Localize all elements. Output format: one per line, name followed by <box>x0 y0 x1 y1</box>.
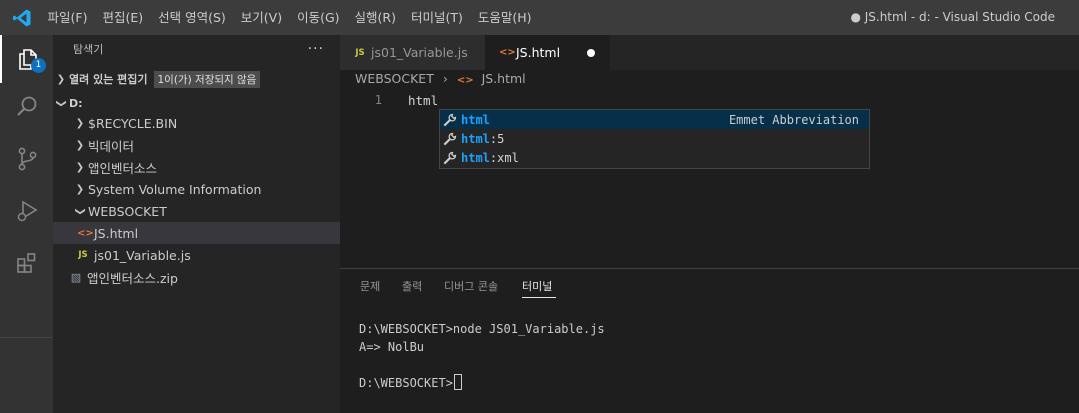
panel-tab-output[interactable]: 출력 <box>402 279 422 295</box>
tree-item-zip[interactable]: ▧ 앱인벤터소스.zip <box>53 266 340 288</box>
search-icon <box>16 96 36 116</box>
vscode-logo-icon <box>13 9 31 27</box>
active-tab-indicator <box>522 297 556 298</box>
suggestion-match: html <box>461 150 490 165</box>
terminal-line: D:\WEBSOCKET>node JS01_Variable.js <box>359 322 605 336</box>
suggestion-item[interactable]: html:xml <box>440 148 869 167</box>
chevron-right-icon: ❯ <box>56 73 66 85</box>
suggestion-widget: html Emmet Abbreviation html:5 html:xml <box>439 109 870 169</box>
activity-search[interactable] <box>0 83 53 131</box>
terminal-line: A=> NolBu <box>359 340 425 354</box>
editor-tab-bar: JS js01_Variable.js <> JS.html <box>340 35 1079 70</box>
panel-tab-problems[interactable]: 문제 <box>360 279 380 295</box>
tree-item-system-volume[interactable]: ❯ System Volume Information <box>53 178 340 200</box>
wrench-icon <box>443 113 461 127</box>
chevron-right-icon: ❯ <box>75 161 85 173</box>
terminal-cursor-icon <box>453 374 462 390</box>
open-editors-label: 열려 있는 편집기 <box>69 73 148 86</box>
bottom-panel: 문제 출력 디버그 콘솔 터미널 D:\WEBSOCKET>node JS01_… <box>340 268 1079 413</box>
tree-item-js-html[interactable]: <> JS.html <box>53 222 340 244</box>
suggestion-match: html <box>461 131 490 146</box>
menu-edit[interactable]: 편집(E) <box>95 0 151 35</box>
panel-tab-terminal[interactable]: 터미널 <box>522 279 552 295</box>
suggestion-match: html <box>461 112 490 127</box>
terminal-output[interactable]: D:\WEBSOCKET>node JS01_Variable.js A=> N… <box>359 320 605 392</box>
tree-item-label: js01_Variable.js <box>94 247 191 263</box>
menu-terminal[interactable]: 터미널(T) <box>404 0 471 35</box>
suggestion-detail: Emmet Abbreviation <box>728 112 859 127</box>
tab-label: js01_Variable.js <box>371 45 468 60</box>
zip-file-icon: ▧ <box>70 270 82 284</box>
activity-run-debug[interactable] <box>0 187 53 235</box>
tree-item-recycle-bin[interactable]: ❯ $RECYCLE.BIN <box>53 112 340 134</box>
html-file-icon: <> <box>77 227 94 239</box>
tab-label: JS.html <box>516 45 561 60</box>
suggestion-rest: :xml <box>489 150 519 165</box>
activity-explorer[interactable]: 1 <box>0 35 53 83</box>
tree-item-label: 앱인벤터소스.zip <box>87 270 178 286</box>
tree-item-label: 빅데이터 <box>88 138 135 154</box>
activity-extensions[interactable] <box>0 239 53 287</box>
chevron-down-icon: ❯ <box>55 98 67 108</box>
tree-item-appinventor[interactable]: ❯ 앱인벤터소스 <box>53 156 340 178</box>
open-editors-section[interactable]: ❯ 열려 있는 편집기 1이(가) 저장되지 않음 <box>53 68 340 90</box>
suggestion-item[interactable]: html Emmet Abbreviation <box>440 110 869 129</box>
tree-item-js01-variable[interactable]: JS js01_Variable.js <box>53 244 340 266</box>
tab-js01-variable[interactable]: JS js01_Variable.js <box>340 35 485 70</box>
html-file-icon: <> <box>499 47 516 58</box>
chevron-right-icon: ❯ <box>75 117 85 129</box>
tab-js-html[interactable]: <> JS.html <box>485 35 610 70</box>
more-actions-button[interactable]: ··· <box>308 35 324 63</box>
window-title: ● JS.html - d: - Visual Studio Code <box>850 10 1055 24</box>
tree-item-label: WEBSOCKET <box>88 203 167 219</box>
menu-view[interactable]: 보기(V) <box>233 0 289 35</box>
wrench-icon <box>443 132 461 146</box>
chevron-down-icon: ❯ <box>74 206 86 216</box>
js-file-icon: JS <box>78 250 88 260</box>
activity-bar: 1 <box>0 35 53 413</box>
breadcrumb: WEBSOCKET › <> JS.html <box>355 70 526 88</box>
source-control-icon <box>18 147 36 171</box>
menu-run[interactable]: 실행(R) <box>347 0 403 35</box>
tree-item-label: System Volume Information <box>88 181 262 197</box>
activity-divider <box>0 337 53 338</box>
suggestion-rest: :5 <box>489 131 505 146</box>
root-folder-label: D: <box>69 96 83 110</box>
menu-file[interactable]: 파일(F) <box>40 0 95 35</box>
js-file-icon: JS <box>355 47 365 58</box>
chevron-right-icon: ❯ <box>75 183 85 195</box>
menu-help[interactable]: 도움말(H) <box>470 0 539 35</box>
breadcrumb-folder[interactable]: WEBSOCKET <box>355 71 434 86</box>
unsaved-badge: 1이(가) 저장되지 않음 <box>153 70 261 88</box>
menu-bar: 파일(F) 편집(E) 선택 영역(S) 보기(V) 이동(G) 실행(R) 터… <box>40 0 539 35</box>
menu-selection[interactable]: 선택 영역(S) <box>151 0 234 35</box>
panel-tab-debug-console[interactable]: 디버그 콘솔 <box>444 279 498 295</box>
breadcrumb-separator-icon: › <box>442 71 448 86</box>
extensions-icon <box>16 253 35 273</box>
suggestion-item[interactable]: html:5 <box>440 129 869 148</box>
title-bar: 파일(F) 편집(E) 선택 영역(S) 보기(V) 이동(G) 실행(R) 터… <box>0 0 1079 35</box>
breadcrumb-file[interactable]: JS.html <box>482 71 526 86</box>
explorer-badge: 1 <box>31 58 46 73</box>
code-line[interactable]: html <box>408 91 438 110</box>
unsaved-dot-icon[interactable] <box>587 49 595 57</box>
tree-item-label: 앱인벤터소스 <box>88 160 158 176</box>
explorer-sidebar: 탐색기 ··· ❯ 열려 있는 편집기 1이(가) 저장되지 않음 ❯ D: ❯… <box>53 35 340 413</box>
root-folder-section[interactable]: ❯ D: <box>53 92 340 114</box>
terminal-prompt: D:\WEBSOCKET> <box>359 376 453 390</box>
tree-item-bigdata[interactable]: ❯ 빅데이터 <box>53 134 340 156</box>
run-debug-icon <box>17 200 38 222</box>
explorer-title: 탐색기 <box>73 43 104 56</box>
tree-item-label: $RECYCLE.BIN <box>88 115 178 131</box>
line-number: 1 <box>374 93 382 107</box>
tree-item-websocket[interactable]: ❯ WEBSOCKET <box>53 200 340 222</box>
chevron-right-icon: ❯ <box>75 139 85 151</box>
activity-source-control[interactable] <box>0 135 53 183</box>
html-file-icon: <> <box>456 75 474 86</box>
menu-go[interactable]: 이동(G) <box>290 0 347 35</box>
wrench-icon <box>443 151 461 165</box>
tree-item-label: JS.html <box>94 225 139 241</box>
